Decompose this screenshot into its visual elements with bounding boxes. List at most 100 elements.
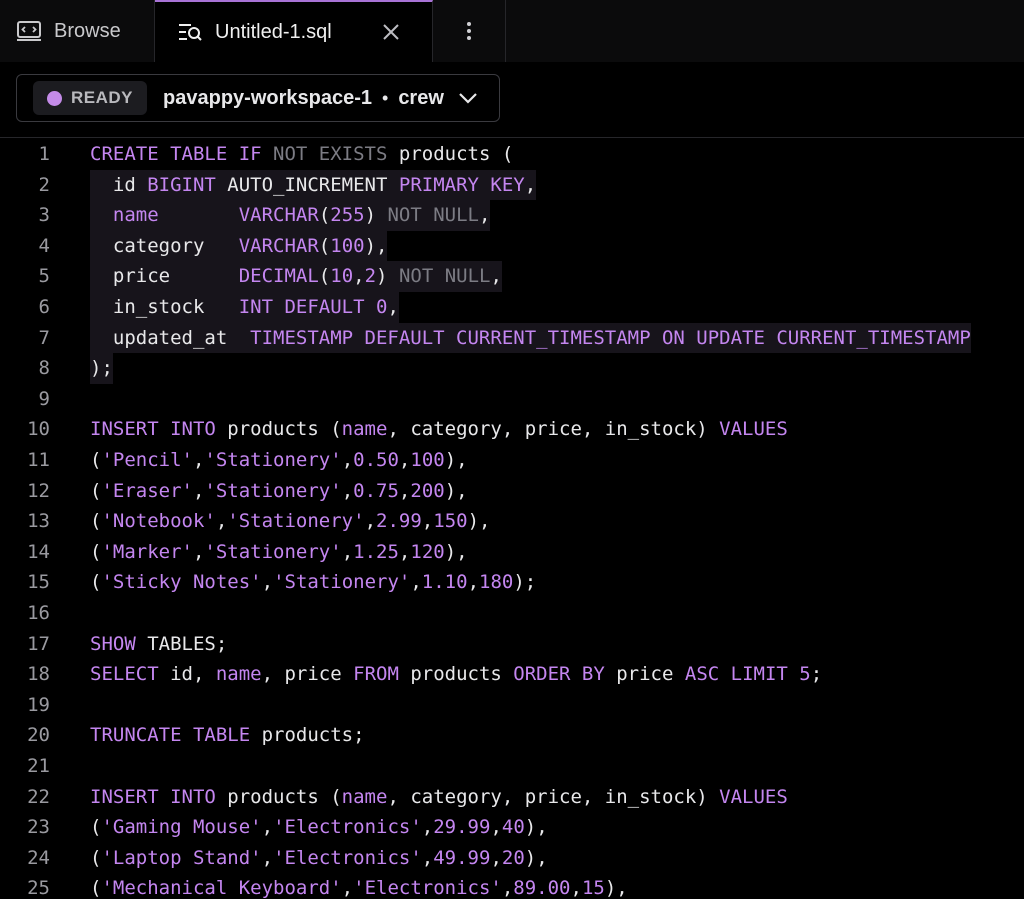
more-options-button[interactable] (433, 0, 506, 62)
tab-browse[interactable]: Browse (0, 0, 155, 62)
code-token: ORDER BY (513, 663, 617, 686)
code-token: VALUES (719, 418, 788, 441)
code-token: , category, price, in_stock) (387, 418, 720, 441)
code-token: VALUES (719, 785, 788, 808)
code-token: , (261, 816, 274, 839)
code-line[interactable]: 12 ('Eraser','Stationery',0.75,200), (0, 476, 1024, 507)
code-token: 0.75 (353, 479, 399, 502)
code-token: 'Stationery' (273, 571, 411, 594)
code-token: , (398, 540, 411, 563)
code-line[interactable]: 6 in_stock INT DEFAULT 0, (0, 292, 1024, 323)
code-line[interactable]: 21 (0, 751, 1024, 782)
code-token: , (490, 265, 502, 288)
code-line[interactable]: 18 SELECT id, name, price FROM products O… (0, 659, 1024, 690)
code-token: DECIMAL (238, 265, 319, 288)
code-token: 100 (330, 234, 365, 257)
tab-bar: Browse Untitled-1.sql (0, 0, 1024, 63)
code-text: ('Laptop Stand','Electronics',49.99,20), (90, 843, 548, 874)
code-line[interactable]: 11 ('Pencil','Stationery',0.50,100), (0, 445, 1024, 476)
code-token: 2.99 (376, 510, 422, 533)
code-text: CREATE TABLE IF NOT EXISTS products ( (90, 139, 513, 170)
code-line[interactable]: 13 ('Notebook','Stationery',2.99,150), (0, 506, 1024, 537)
code-token: 40 (501, 816, 525, 839)
code-line[interactable]: 2 id BIGINT AUTO_INCREMENT PRIMARY KEY, (0, 169, 1024, 201)
code-token: , (410, 571, 422, 594)
code-token: ( (90, 816, 102, 839)
code-token: name (341, 785, 388, 808)
more-vertical-icon (465, 21, 473, 41)
code-line[interactable]: 8); (0, 353, 1024, 384)
code-token: in_stock (90, 296, 239, 318)
code-text: ('Mechanical Keyboard','Electronics',89.… (90, 873, 628, 899)
code-line[interactable]: 17 SHOW TABLES; (0, 629, 1024, 660)
code-token: , (421, 846, 434, 869)
code-token: 'Stationery' (204, 479, 342, 502)
line-number: 11 (27, 449, 50, 471)
line-number: 18 (27, 663, 50, 686)
code-token: products; (261, 724, 365, 747)
code-text: ); (90, 353, 113, 384)
code-token: 29.99 (433, 816, 491, 839)
line-number: 2 (38, 173, 50, 196)
line-number: 25 (27, 877, 50, 899)
code-line[interactable]: 9 (0, 384, 1024, 415)
code-token: ), (524, 816, 548, 839)
code-token: PRIMARY KEY (398, 173, 525, 196)
code-token: , (192, 449, 205, 471)
tab-untitled-sql[interactable]: Untitled-1.sql (155, 0, 433, 62)
code-token: , (192, 540, 205, 563)
code-line[interactable]: 24 ('Laptop Stand','Electronics',49.99,20… (0, 843, 1024, 874)
code-text: SELECT id, name, price FROM products ORD… (90, 659, 822, 690)
code-token: SHOW (90, 632, 148, 655)
code-token: , (570, 877, 582, 899)
code-token: products ( (227, 785, 342, 808)
code-token: , (421, 510, 434, 533)
code-line[interactable]: 16 (0, 598, 1024, 629)
workspace-selector[interactable]: READY pavappy-workspace-1 • crew (16, 74, 500, 122)
code-token: ) (376, 265, 399, 288)
code-token: 'Laptop Stand' (101, 846, 262, 869)
line-number: 10 (27, 418, 50, 441)
query-icon (177, 21, 203, 43)
code-token: name (112, 204, 159, 227)
code-text: category VARCHAR(100), (90, 230, 388, 262)
code-text: id BIGINT AUTO_INCREMENT PRIMARY KEY, (90, 169, 537, 201)
line-number: 17 (27, 632, 50, 655)
code-line[interactable]: 22 INSERT INTO products (name, category, … (0, 782, 1024, 813)
code-token: category (90, 234, 239, 257)
code-token: id, (170, 663, 216, 686)
code-line[interactable]: 10 INSERT INTO products (name, category, … (0, 414, 1024, 445)
code-line[interactable]: 20 TRUNCATE TABLE products; (0, 720, 1024, 751)
code-line[interactable]: 1 CREATE TABLE IF NOT EXISTS products ( (0, 139, 1024, 170)
code-token: price (616, 663, 685, 686)
code-token: updated_at (90, 326, 251, 349)
code-line[interactable]: 25 ('Mechanical Keyboard','Electronics',8… (0, 873, 1024, 899)
code-line[interactable]: 15 ('Sticky Notes','Stationery',1.10,180)… (0, 567, 1024, 598)
code-token: 20 (501, 846, 525, 869)
code-token: TABLES; (147, 632, 228, 655)
code-line[interactable]: 3 name VARCHAR(255) NOT NULL, (0, 200, 1024, 231)
code-token: ASC LIMIT (684, 663, 800, 686)
code-line[interactable]: 5 price DECIMAL(10,2) NOT NULL, (0, 261, 1024, 292)
code-token: INT DEFAULT (238, 296, 376, 318)
code-line[interactable]: 4 category VARCHAR(100), (0, 230, 1024, 262)
code-token: , (341, 449, 354, 471)
close-icon[interactable] (380, 21, 402, 43)
sql-editor[interactable]: 1 CREATE TABLE IF NOT EXISTS products (2 … (0, 138, 1024, 899)
code-line[interactable]: 14 ('Marker','Stationery',1.25,120), (0, 537, 1024, 568)
code-token: AUTO_INCREMENT (227, 173, 399, 196)
line-number: 7 (38, 326, 50, 349)
code-token: , (261, 846, 274, 869)
line-number: 15 (27, 571, 50, 594)
browse-icon (16, 20, 42, 42)
code-line[interactable]: 23 ('Gaming Mouse','Electronics',29.99,40… (0, 812, 1024, 843)
code-line[interactable]: 7 updated_at TIMESTAMP DEFAULT CURRENT_T… (0, 322, 1024, 354)
code-token: TRUNCATE TABLE (90, 724, 262, 747)
code-token: , (341, 479, 354, 502)
workspace-role: crew (398, 86, 444, 109)
code-line[interactable]: 19 (0, 690, 1024, 721)
code-token: 'Electronics' (353, 877, 502, 899)
code-token: ( (318, 204, 331, 227)
code-token: 120 (410, 540, 445, 563)
